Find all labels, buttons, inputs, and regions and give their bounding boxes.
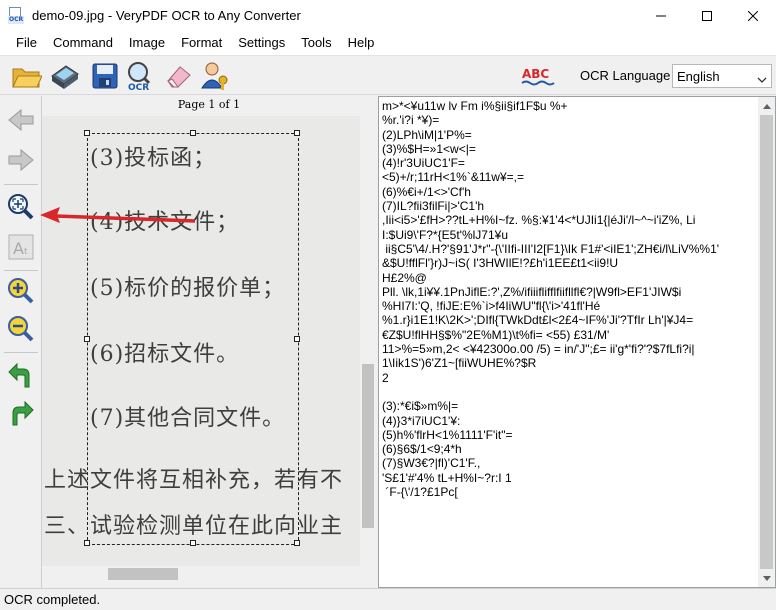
resize-handle[interactable] <box>190 540 196 546</box>
ocr-language-label: OCR Language <box>580 68 671 83</box>
minimize-icon[interactable] <box>638 0 684 31</box>
status-text: OCR completed. <box>4 592 101 607</box>
menu-file[interactable]: File <box>8 31 45 55</box>
resize-handle[interactable] <box>294 540 300 546</box>
image-vertical-scrollbar[interactable] <box>360 116 376 566</box>
user-key-icon[interactable] <box>198 59 232 93</box>
spell-check-icon[interactable]: ABC <box>520 64 556 90</box>
close-icon[interactable] <box>730 0 776 31</box>
menu-help[interactable]: Help <box>340 31 383 55</box>
ocr-language-select[interactable]: English <box>672 64 772 88</box>
back-arrow-icon[interactable] <box>4 103 38 137</box>
spell-icon-text: ABC <box>522 67 549 81</box>
page-indicator: Page 1 of 1 <box>177 98 241 111</box>
chevron-down-icon <box>757 72 767 87</box>
resize-handle[interactable] <box>84 336 90 342</box>
scanner-icon[interactable] <box>48 59 82 93</box>
ocr-icon-text: OCR <box>128 83 149 92</box>
scroll-up-icon[interactable] <box>758 97 775 114</box>
ocr-result-text[interactable]: m>*<¥u11w lv Fm i%§ii§if1F$u %+ %r.'i?i … <box>382 99 756 585</box>
scroll-down-icon[interactable] <box>758 570 775 587</box>
zoom-in-icon[interactable] <box>4 274 38 308</box>
menu-command[interactable]: Command <box>45 31 121 55</box>
window-title: demo-09.jpg - VeryPDF OCR to Any Convert… <box>32 8 301 23</box>
maximize-icon[interactable] <box>684 0 730 31</box>
menu-tools[interactable]: Tools <box>293 31 339 55</box>
title-bar: OCR demo-09.jpg - VeryPDF OCR to Any Con… <box>0 0 776 31</box>
open-folder-icon[interactable] <box>10 59 44 93</box>
zoom-out-icon[interactable] <box>4 312 38 346</box>
scanned-image[interactable]: (3)投标函； (4)技术文件； (5)标价的报价单； (6)招标文件。 (7)… <box>42 116 360 566</box>
ocr-language-value: English <box>677 68 720 84</box>
left-toolbar: At <box>0 96 42 588</box>
resize-handle[interactable] <box>84 130 90 136</box>
eraser-icon[interactable] <box>162 59 196 93</box>
scrollbar-thumb[interactable] <box>760 115 773 569</box>
image-pane[interactable]: Page 1 of 1 (3)投标函； (4)技术文件； (5)标价的报价单； … <box>42 96 376 588</box>
ocr-selection-box[interactable] <box>84 130 300 546</box>
status-bar: OCR completed. <box>0 588 776 610</box>
text-size-icon[interactable]: At <box>4 230 38 264</box>
svg-text:t: t <box>24 247 28 257</box>
scrollbar-thumb[interactable] <box>362 364 374 528</box>
rotate-left-icon[interactable] <box>4 358 38 392</box>
forward-arrow-icon[interactable] <box>4 143 38 177</box>
text-vertical-scrollbar[interactable] <box>758 97 775 587</box>
menu-image[interactable]: Image <box>121 31 173 55</box>
menu-bar: File Command Image Format Settings Tools… <box>0 31 776 55</box>
resize-handle[interactable] <box>84 540 90 546</box>
menu-settings[interactable]: Settings <box>230 31 293 55</box>
svg-text:A: A <box>13 239 24 258</box>
ocr-search-icon[interactable]: OCR <box>124 59 158 93</box>
scrollbar-thumb[interactable] <box>108 568 178 580</box>
resize-handle[interactable] <box>294 130 300 136</box>
resize-handle[interactable] <box>190 130 196 136</box>
app-logo-icon: OCR <box>8 6 25 25</box>
resize-handle[interactable] <box>294 336 300 342</box>
rotate-right-icon[interactable] <box>4 396 38 430</box>
menu-format[interactable]: Format <box>173 31 230 55</box>
toolbar: OCR ABC OCR Language English <box>0 55 776 95</box>
fit-page-icon[interactable] <box>4 190 38 224</box>
save-icon[interactable] <box>88 59 122 93</box>
ocr-text-pane[interactable]: m>*<¥u11w lv Fm i%§ii§if1F$u %+ %r.'i?i … <box>378 96 776 588</box>
image-horizontal-scrollbar[interactable] <box>42 566 360 582</box>
